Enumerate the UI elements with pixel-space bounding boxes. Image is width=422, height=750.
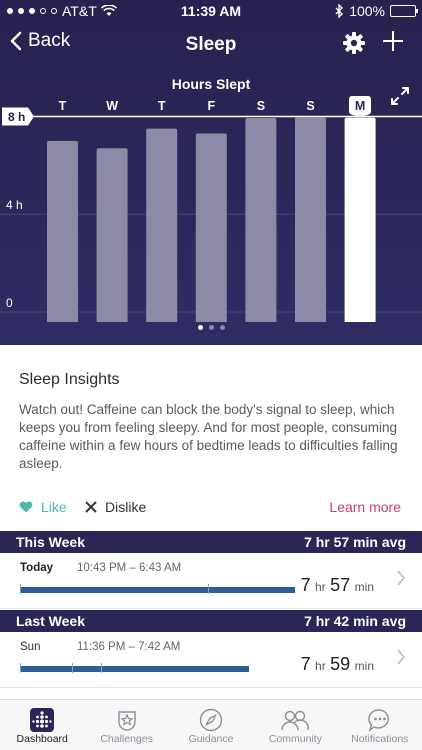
battery-percent: 100% xyxy=(349,3,385,19)
tab-label: Challenges xyxy=(100,733,153,745)
insights-title: Sleep Insights xyxy=(19,371,120,388)
bluetooth-icon xyxy=(335,4,344,18)
plus-icon xyxy=(383,31,403,51)
close-icon xyxy=(85,501,97,513)
last-week-header: Last Week 7 hr 42 min avg xyxy=(0,610,422,632)
sleep-log-day: Sun xyxy=(20,641,41,653)
sleep-insights-card: Sleep Insights Watch out! Caffeine can b… xyxy=(0,345,422,531)
sleep-log-day: Today xyxy=(20,562,54,574)
sleep-log-time-range: 11:36 PM – 7:42 AM xyxy=(77,641,181,653)
x-tick-label[interactable]: T xyxy=(151,96,173,116)
x-tick-label[interactable]: S xyxy=(300,96,322,116)
dislike-button[interactable]: Dislike xyxy=(85,499,146,515)
sleep-log-duration: 7 hr 59 min xyxy=(300,654,374,674)
this-week-label: This Week xyxy=(16,534,85,550)
x-tick-label[interactable]: S xyxy=(250,96,272,116)
sleep-log-time-range: 10:43 PM – 6:43 AM xyxy=(77,562,182,574)
insights-text: Watch out! Caffeine can block the body's… xyxy=(19,402,398,471)
y-tick-label: 0 xyxy=(6,296,13,310)
sleep-log-row[interactable]: Sun 11:36 PM – 7:42 AM 7 hr 59 min xyxy=(0,632,422,688)
last-week-average: 7 hr 42 min avg xyxy=(304,613,406,629)
heart-icon xyxy=(19,501,33,513)
y-tick-label: 4 h xyxy=(6,198,23,212)
insight-actions: Like Dislike Learn more xyxy=(19,499,403,519)
status-right: 100% xyxy=(335,3,418,19)
sleep-bar xyxy=(146,128,178,322)
sleep-bar xyxy=(47,140,78,322)
sleep-bar xyxy=(245,118,277,322)
sleep-bar xyxy=(295,117,326,322)
battery-icon xyxy=(390,5,418,17)
tab-label: Notifications xyxy=(351,733,409,745)
settings-button[interactable] xyxy=(342,31,366,60)
tab-community[interactable]: Community xyxy=(253,700,337,750)
tab-label: Guidance xyxy=(188,733,234,745)
hours-slept-chart: 0 4 h 8 h xyxy=(0,107,422,322)
add-button[interactable] xyxy=(382,29,404,57)
last-week-label: Last Week xyxy=(16,613,85,629)
learn-more-link[interactable]: Learn more xyxy=(329,499,401,515)
pager-dot[interactable] xyxy=(219,325,225,330)
dashboard-icon xyxy=(30,708,55,732)
notifications-icon xyxy=(368,709,389,732)
sleep-log-duration: 7 hr 57 min xyxy=(300,575,374,595)
like-button[interactable]: Like xyxy=(19,499,67,515)
compass-icon xyxy=(199,708,223,732)
like-label: Like xyxy=(41,499,67,515)
pager-dot[interactable] xyxy=(197,325,203,330)
chart-pager[interactable] xyxy=(0,325,422,330)
sleep-bar xyxy=(344,117,376,322)
sleep-stage-bar xyxy=(20,663,252,673)
tab-dashboard[interactable]: Dashboard xyxy=(0,700,84,750)
x-tick-label[interactable]: F xyxy=(200,96,222,116)
x-tick-label[interactable]: T xyxy=(52,96,74,116)
this-week-average: 7 hr 57 min avg xyxy=(304,534,406,550)
nav-bar: Back Sleep xyxy=(0,26,422,62)
sleep-stage-bar xyxy=(20,584,298,594)
tab-bar: Dashboard Challenges Guidance Community … xyxy=(0,699,422,750)
tab-label: Dashboard xyxy=(16,733,68,745)
tab-challenges[interactable]: Challenges xyxy=(84,700,168,750)
tab-notifications[interactable]: Notifications xyxy=(338,700,422,750)
this-week-header: This Week 7 hr 57 min avg xyxy=(0,531,422,553)
community-icon xyxy=(281,710,310,731)
sleep-bar xyxy=(195,133,227,322)
dislike-label: Dislike xyxy=(105,499,147,515)
chevron-right-icon xyxy=(397,649,406,665)
challenges-icon xyxy=(117,711,136,731)
tab-label: Community xyxy=(268,733,322,745)
gear-icon xyxy=(343,32,365,54)
sleep-log-row[interactable]: Today 10:43 PM – 6:43 AM 7 hr 57 min xyxy=(0,553,422,609)
pager-dot[interactable] xyxy=(208,325,214,330)
y-tick-label: 8 h xyxy=(8,110,25,124)
chart-title: Hours Slept xyxy=(171,76,251,92)
x-tick-label[interactable]: M xyxy=(349,96,372,116)
chevron-right-icon xyxy=(397,570,406,586)
sleep-header: AT&T 11:39 AM 100% Back Sleep Hours Slep… xyxy=(0,0,422,345)
tab-guidance[interactable]: Guidance xyxy=(169,700,253,750)
status-bar: AT&T 11:39 AM 100% xyxy=(0,0,422,22)
sleep-bar xyxy=(96,148,128,322)
x-tick-label[interactable]: W xyxy=(101,96,123,116)
